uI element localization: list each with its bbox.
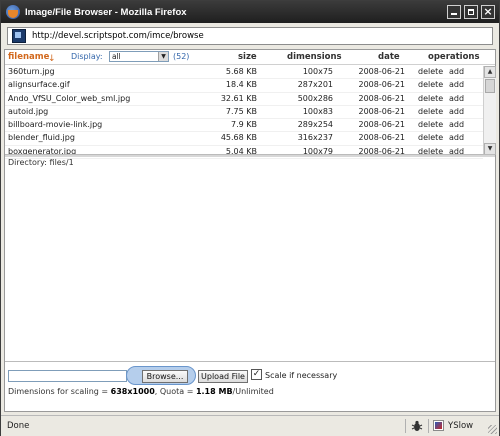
- file-date: 2008-06-21: [358, 67, 406, 76]
- maximize-button[interactable]: [464, 5, 478, 19]
- table-row[interactable]: autoid.jpg 7.75 KB 100x83 2008-06-21 del…: [5, 106, 483, 120]
- display-select-value: all: [112, 52, 121, 61]
- minimize-button[interactable]: [447, 5, 461, 19]
- resize-divider[interactable]: [5, 154, 495, 157]
- address-bar[interactable]: http://devel.scriptspot.com/imce/browse: [7, 27, 493, 45]
- status-separator: [405, 419, 406, 433]
- dims-value: 638x1000: [110, 387, 155, 396]
- file-size: 5.68 KB: [225, 67, 257, 76]
- display-select[interactable]: all ▼: [109, 51, 169, 62]
- status-bar: Done YSlow: [1, 415, 499, 436]
- site-favicon-icon: [12, 29, 26, 43]
- file-dimensions: 100x75: [302, 67, 333, 76]
- delete-link[interactable]: delete: [418, 80, 443, 89]
- header-divider: [5, 64, 495, 65]
- file-name[interactable]: alignsurface.gif: [8, 80, 70, 89]
- file-size: 32.61 KB: [220, 93, 257, 103]
- display-label: Display:: [71, 52, 103, 61]
- quota-value: 1.18 MB: [195, 387, 233, 396]
- table-row[interactable]: alignsurface.gif 18.4 KB 287x201 2008-06…: [5, 79, 483, 93]
- yslow-icon[interactable]: [433, 420, 444, 431]
- file-size: 7.75 KB: [225, 106, 257, 116]
- quota-suffix: /Unlimited: [232, 387, 274, 396]
- upload-form: Browse... Upload File ✓ Scale if necessa…: [5, 361, 495, 412]
- file-dimensions: 100x83: [302, 106, 333, 116]
- scroll-thumb[interactable]: [485, 79, 495, 93]
- column-date[interactable]: date: [378, 52, 400, 62]
- upload-file-button[interactable]: Upload File: [198, 370, 248, 383]
- add-link[interactable]: add: [449, 107, 464, 116]
- add-link[interactable]: add: [449, 120, 464, 129]
- add-link[interactable]: add: [449, 80, 464, 89]
- quota-info: Dimensions for scaling = 638x1000, Quota…: [8, 387, 274, 396]
- file-date: 2008-06-21: [358, 80, 406, 90]
- file-date: 2008-06-21: [358, 93, 406, 103]
- yslow-label[interactable]: YSlow: [448, 421, 473, 431]
- file-name[interactable]: autoid.jpg: [8, 107, 48, 116]
- chevron-down-icon[interactable]: ▼: [158, 52, 168, 61]
- firefox-icon: [6, 5, 20, 19]
- file-size: 7.9 KB: [231, 120, 257, 130]
- file-size: 18.4 KB: [225, 80, 257, 90]
- file-count: (52): [173, 52, 190, 61]
- table-row[interactable]: boxgenerator.jpg 5.04 KB 100x79 2008-06-…: [5, 146, 483, 160]
- file-date: 2008-06-21: [358, 120, 406, 130]
- file-table-header: filename ↓ Display: all ▼ (52) size dime…: [5, 51, 495, 64]
- delete-link[interactable]: delete: [418, 94, 443, 103]
- bug-icon[interactable]: [411, 420, 423, 432]
- table-row[interactable]: billboard-movie-link.jpg 7.9 KB 289x254 …: [5, 119, 483, 133]
- column-size[interactable]: size: [238, 52, 257, 62]
- url-text[interactable]: http://devel.scriptspot.com/imce/browse: [32, 31, 204, 41]
- file-dimensions: 287x201: [297, 80, 333, 90]
- delete-link[interactable]: delete: [418, 133, 443, 142]
- file-name[interactable]: 360turn.jpg: [8, 67, 55, 76]
- table-row[interactable]: 360turn.jpg 5.68 KB 100x75 2008-06-21 de…: [5, 66, 483, 80]
- delete-link[interactable]: delete: [418, 67, 443, 76]
- window-controls: ×: [447, 5, 495, 19]
- table-row[interactable]: Ando_VfSU_Color_web_sml.jpg 32.61 KB 500…: [5, 93, 483, 106]
- column-filename[interactable]: filename: [8, 52, 49, 62]
- table-row[interactable]: blender_fluid.jpg 45.68 KB 316x237 2008-…: [5, 132, 483, 146]
- add-link[interactable]: add: [449, 94, 464, 103]
- file-path-input[interactable]: [8, 370, 127, 382]
- delete-link[interactable]: delete: [418, 107, 443, 116]
- close-button[interactable]: ×: [481, 5, 495, 19]
- status-separator: [428, 419, 429, 433]
- file-date: 2008-06-21: [358, 106, 406, 116]
- resize-grip-icon[interactable]: [488, 425, 497, 434]
- imce-file-browser: filename ↓ Display: all ▼ (52) size dime…: [4, 49, 496, 412]
- window-title: Image/File Browser - Mozilla Firefox: [25, 6, 187, 18]
- file-size: 45.68 KB: [220, 133, 257, 143]
- file-dimensions: 500x286: [297, 93, 333, 103]
- status-text: Done: [7, 421, 30, 431]
- file-name[interactable]: Ando_VfSU_Color_web_sml.jpg: [8, 94, 130, 103]
- file-list: 360turn.jpg 5.68 KB 100x75 2008-06-21 de…: [5, 66, 483, 160]
- browse-button[interactable]: Browse...: [142, 370, 188, 383]
- sort-arrow-icon: ↓: [48, 54, 56, 64]
- add-link[interactable]: add: [449, 67, 464, 76]
- add-link[interactable]: add: [449, 133, 464, 142]
- file-name[interactable]: billboard-movie-link.jpg: [8, 120, 102, 129]
- file-dimensions: 316x237: [297, 133, 333, 143]
- title-bar: Image/File Browser - Mozilla Firefox ×: [1, 1, 499, 23]
- file-dimensions: 289x254: [297, 120, 333, 130]
- column-operations: operations: [428, 52, 480, 62]
- delete-link[interactable]: delete: [418, 120, 443, 129]
- file-name[interactable]: blender_fluid.jpg: [8, 133, 75, 142]
- column-dimensions[interactable]: dimensions: [287, 52, 342, 62]
- quota-prefix: , Quota =: [154, 387, 196, 396]
- file-date: 2008-06-21: [358, 133, 406, 143]
- browser-window: Image/File Browser - Mozilla Firefox × h…: [0, 0, 500, 436]
- directory-path: Directory: files/1: [8, 158, 74, 167]
- dims-prefix: Dimensions for scaling =: [8, 387, 111, 396]
- scale-checkbox[interactable]: ✓: [251, 369, 262, 380]
- scale-checkbox-label: Scale if necessary: [265, 371, 338, 380]
- scroll-up-arrow-icon[interactable]: ▲: [484, 66, 496, 78]
- file-list-scrollbar[interactable]: ▲ ▼: [483, 66, 496, 155]
